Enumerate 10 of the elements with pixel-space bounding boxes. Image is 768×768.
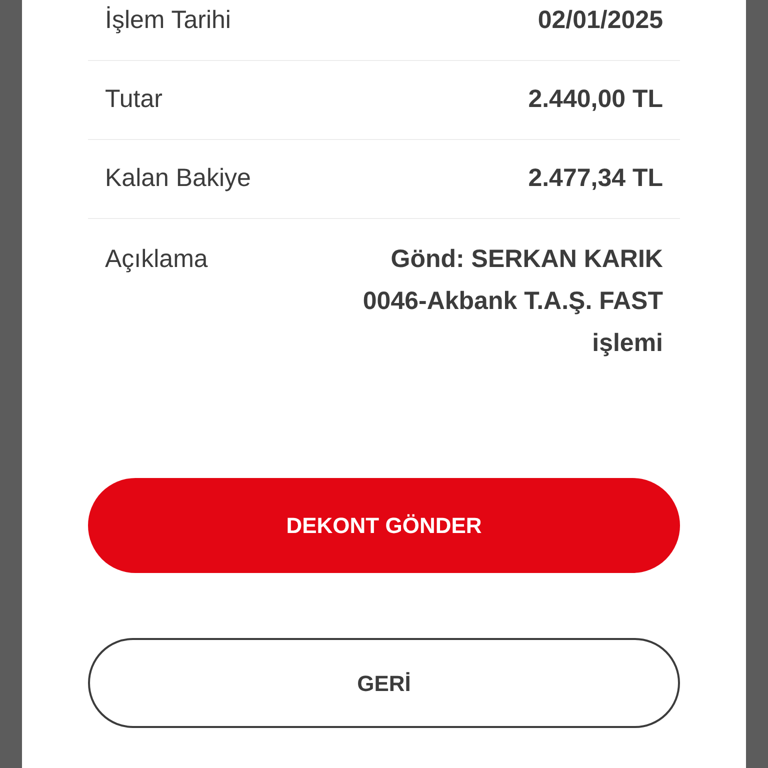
detail-label: Kalan Bakiye (105, 163, 251, 194)
detail-value: Gönd: SERKAN KARIK 0046-Akbank T.A.Ş. FAST işlemi (362, 244, 663, 359)
detail-value: 02/01/2025 (538, 5, 663, 36)
detail-value: 2.477,34 TL (528, 163, 663, 194)
back-button[interactable]: GERİ (88, 638, 680, 728)
detail-value: 2.440,00 TL (528, 84, 663, 116)
detail-label: İşlem Tarihi (105, 5, 231, 36)
detail-label: Tutar (105, 84, 162, 116)
detail-label: Açıklama (105, 244, 208, 275)
send-receipt-button[interactable]: DEKONT GÖNDER (88, 478, 680, 573)
